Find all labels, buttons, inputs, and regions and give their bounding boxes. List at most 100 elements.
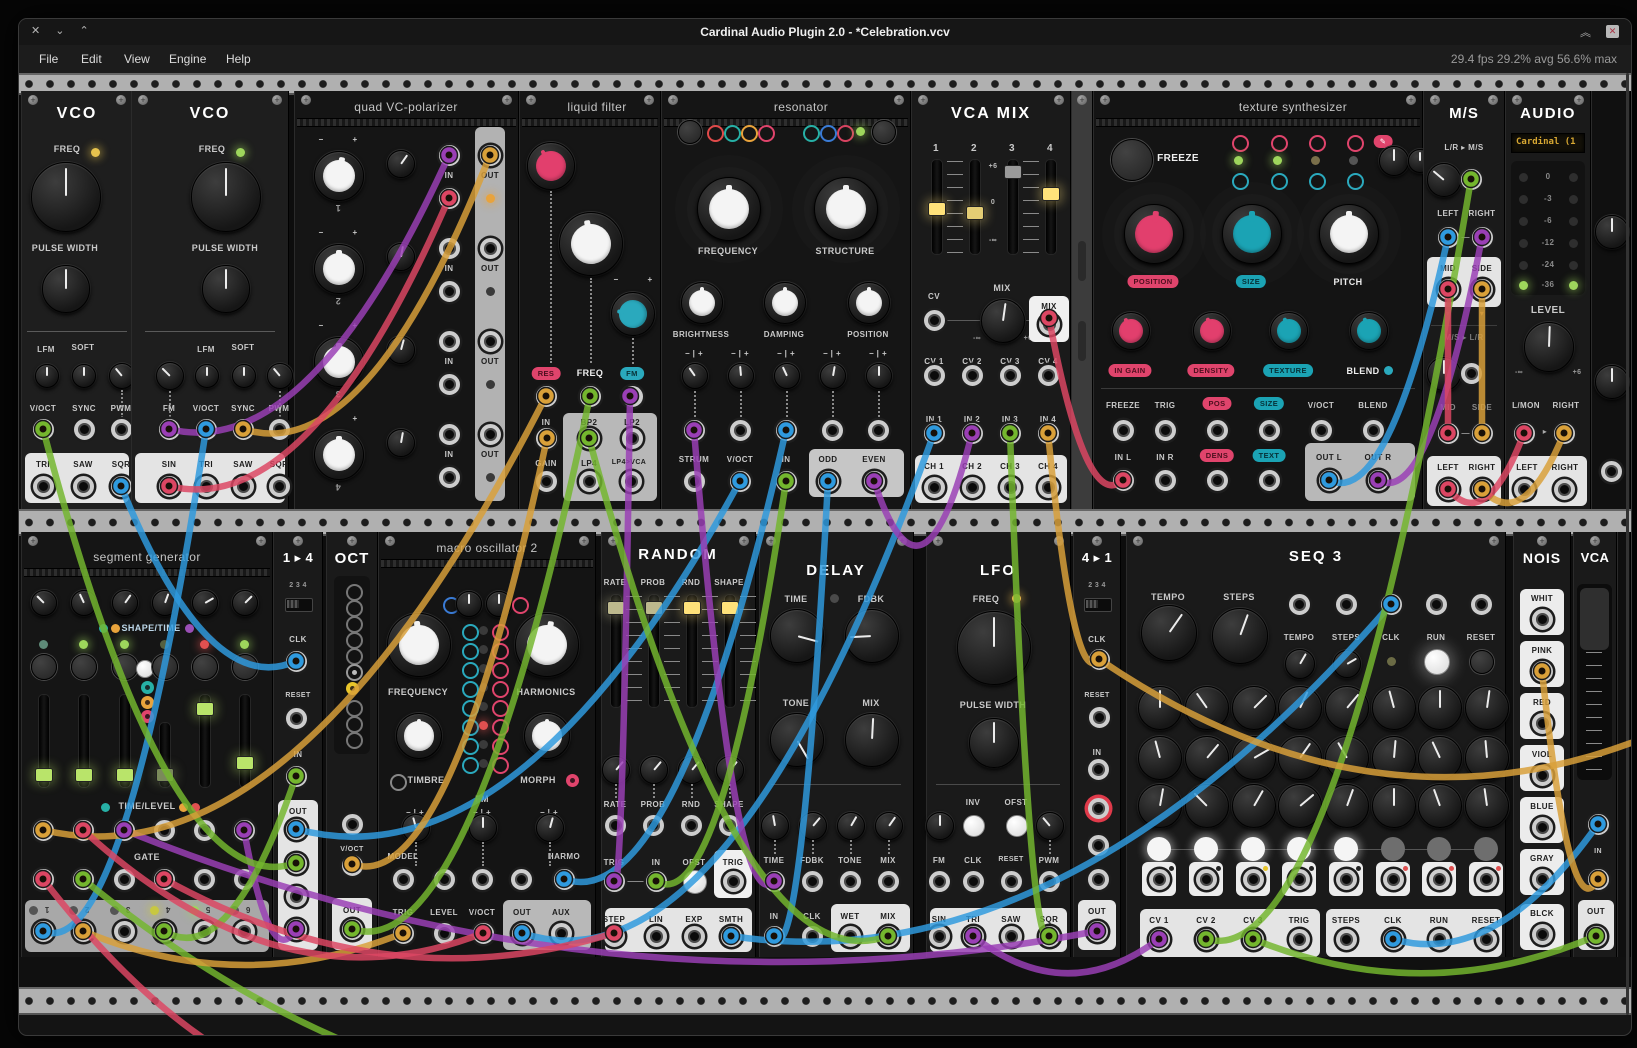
knob[interactable] xyxy=(716,756,744,784)
jack[interactable] xyxy=(480,424,501,445)
mode-icon[interactable] xyxy=(803,125,820,142)
jack[interactable] xyxy=(154,921,175,942)
knob[interactable] xyxy=(112,590,138,616)
mode-icon[interactable] xyxy=(724,125,741,142)
trig-output[interactable] xyxy=(723,871,744,892)
white-output[interactable] xyxy=(1532,609,1553,630)
jack[interactable] xyxy=(962,423,983,444)
knob[interactable] xyxy=(1112,312,1150,350)
knob[interactable] xyxy=(232,590,258,616)
mode-icon[interactable] xyxy=(1232,173,1249,190)
button[interactable] xyxy=(112,654,138,680)
jack[interactable] xyxy=(194,820,215,841)
jack[interactable] xyxy=(1336,929,1357,950)
out-r[interactable] xyxy=(1368,470,1389,491)
slider[interactable] xyxy=(159,722,171,788)
sqr-output[interactable] xyxy=(269,476,290,497)
mode-icon[interactable] xyxy=(346,732,363,749)
mode-icon[interactable] xyxy=(492,738,509,755)
run-button[interactable] xyxy=(1424,649,1450,675)
mode-icon[interactable] xyxy=(346,664,363,681)
jack[interactable] xyxy=(1363,420,1384,441)
mode-icon[interactable] xyxy=(1309,173,1326,190)
knob[interactable] xyxy=(35,364,59,388)
jack[interactable] xyxy=(439,145,460,166)
jack[interactable] xyxy=(1088,759,1109,780)
knob[interactable] xyxy=(728,363,754,389)
pwm-input[interactable] xyxy=(269,419,290,440)
mode-icon[interactable] xyxy=(462,662,479,679)
knob[interactable] xyxy=(486,591,512,617)
knob[interactable] xyxy=(770,609,824,663)
knob[interactable] xyxy=(202,265,250,313)
jack[interactable] xyxy=(1554,479,1575,500)
mode-button-left[interactable] xyxy=(678,120,702,144)
jack[interactable] xyxy=(963,871,984,892)
right-input[interactable] xyxy=(1554,423,1575,444)
knob[interactable] xyxy=(1232,736,1276,780)
jack[interactable] xyxy=(1088,869,1109,890)
mode-icon[interactable] xyxy=(346,600,363,617)
audio-input[interactable] xyxy=(1588,869,1609,890)
even-output[interactable] xyxy=(864,471,885,492)
slider[interactable] xyxy=(38,694,50,788)
timbre-knob[interactable] xyxy=(396,713,442,759)
knob[interactable] xyxy=(770,713,824,767)
jack[interactable] xyxy=(1383,929,1404,950)
jack[interactable] xyxy=(1476,869,1497,890)
frequency-knob[interactable] xyxy=(697,177,761,241)
jack[interactable] xyxy=(962,365,983,386)
lp4-out[interactable] xyxy=(579,471,600,492)
gain-cv[interactable] xyxy=(536,471,557,492)
mode-icon[interactable] xyxy=(346,616,363,633)
jack[interactable] xyxy=(776,420,797,441)
knob[interactable] xyxy=(72,364,96,388)
structure-knob[interactable] xyxy=(814,177,878,241)
mode-icon[interactable] xyxy=(462,738,479,755)
voct-input[interactable] xyxy=(730,471,751,492)
mode-icon[interactable] xyxy=(346,700,363,717)
strum-input[interactable] xyxy=(684,471,705,492)
jack[interactable] xyxy=(1472,279,1493,300)
jack[interactable] xyxy=(286,886,307,907)
mode-icon[interactable] xyxy=(1309,135,1326,152)
jack[interactable] xyxy=(604,926,625,947)
knob[interactable] xyxy=(866,363,892,389)
jack[interactable] xyxy=(1461,363,1482,384)
ext-input[interactable] xyxy=(646,871,667,892)
main-output[interactable] xyxy=(512,923,533,944)
sync-input[interactable] xyxy=(233,419,254,440)
jack[interactable] xyxy=(1039,926,1060,947)
jack[interactable] xyxy=(1472,423,1493,444)
jack[interactable] xyxy=(924,365,945,386)
slider[interactable] xyxy=(724,594,736,708)
knob[interactable] xyxy=(1465,784,1509,828)
cv2-output[interactable] xyxy=(1196,929,1217,950)
knob[interactable] xyxy=(1278,686,1322,730)
slider[interactable] xyxy=(931,159,943,255)
jack[interactable] xyxy=(681,815,702,836)
wet-output[interactable] xyxy=(840,926,861,947)
jack[interactable] xyxy=(1289,869,1310,890)
jack[interactable] xyxy=(286,919,307,940)
jack[interactable] xyxy=(73,869,94,890)
mode-icon[interactable] xyxy=(141,681,154,694)
position-knob[interactable] xyxy=(1124,204,1184,264)
knob[interactable] xyxy=(536,814,564,842)
knob[interactable] xyxy=(774,363,800,389)
jack[interactable] xyxy=(1088,798,1109,819)
clk-input[interactable] xyxy=(1381,594,1402,615)
knob[interactable] xyxy=(1285,649,1315,679)
knob[interactable] xyxy=(42,265,90,313)
jack[interactable] xyxy=(721,926,742,947)
mode-icon[interactable] xyxy=(820,125,837,142)
out-l[interactable] xyxy=(1319,470,1340,491)
jack[interactable] xyxy=(764,871,785,892)
jack[interactable] xyxy=(924,423,945,444)
trig-input[interactable] xyxy=(604,871,625,892)
jack[interactable] xyxy=(1438,279,1459,300)
jack[interactable] xyxy=(1461,169,1482,190)
mode-icon[interactable] xyxy=(492,643,509,660)
knob[interactable] xyxy=(848,282,890,324)
mode-icon[interactable] xyxy=(462,757,479,774)
